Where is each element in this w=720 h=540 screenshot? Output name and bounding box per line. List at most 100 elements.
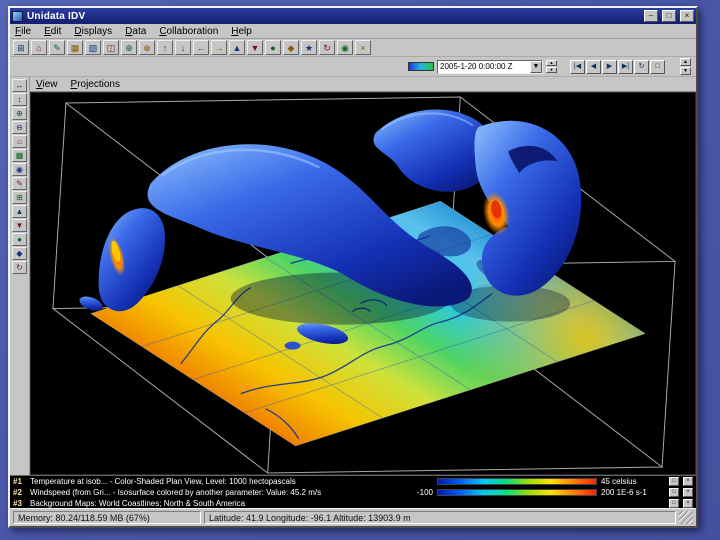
legend-float-button[interactable]: □: [669, 499, 679, 508]
toolbar-icon[interactable]: ⊞: [13, 40, 29, 55]
toolbar-icon[interactable]: ▼: [247, 40, 263, 55]
menu-item[interactable]: Data: [125, 26, 146, 37]
title-bar[interactable]: Unidata IDV – □ ×: [10, 8, 696, 24]
toolbar-icon[interactable]: →: [211, 40, 227, 55]
view-menu-item[interactable]: View: [36, 79, 58, 90]
toolbar-icon[interactable]: ◆: [283, 40, 299, 55]
animation-button[interactable]: ◀: [586, 59, 601, 74]
legend-float-button[interactable]: □: [669, 488, 679, 497]
mini-colorbar: [408, 62, 434, 71]
toolbar-icon[interactable]: ↻: [319, 40, 335, 55]
legend-row-maps[interactable]: #3 Background Maps: World Coastlines; No…: [10, 498, 696, 508]
legend-remove-button[interactable]: ×: [683, 477, 693, 486]
view-tool-icon[interactable]: ▲: [12, 205, 27, 218]
toolbar-icon[interactable]: ✎: [49, 40, 65, 55]
animation-controls: |◀ ◀ ▶ ▶| ↻ □: [570, 59, 665, 74]
time-select-combobox[interactable]: 2005-1-20 0:00:00 Z ▼: [437, 59, 543, 74]
legend-row-windspeed[interactable]: #2 Windspeed (from Gri... - Isosurface c…: [10, 487, 696, 498]
desktop: Unidata IDV – □ × File Edit Displays Data Co…: [0, 0, 720, 540]
view-tool-icon[interactable]: ⌂: [12, 135, 27, 148]
window-title: Unidata IDV: [27, 10, 86, 22]
toolbar-icon[interactable]: ↓: [175, 40, 191, 55]
view-tool-icon[interactable]: ✎: [12, 177, 27, 190]
toolbar-icon[interactable]: ×: [355, 40, 371, 55]
main-toolbar: ⊞ ⌂ ✎ ▦ ▧ ◫ ⊕ ⊗ ↑ ↓ ← → ▲ ▼ ● ◆ ★ ↻ ◉ ×: [10, 39, 696, 57]
chevron-down-icon[interactable]: ▼: [530, 60, 542, 73]
time-spinner: ▲ ▼: [546, 60, 557, 73]
view-tool-icon[interactable]: ⊞: [12, 191, 27, 204]
legend-colorbar[interactable]: [437, 489, 597, 496]
spinner-up-button[interactable]: ▲: [546, 60, 557, 66]
toolbar-icon[interactable]: ⌂: [31, 40, 47, 55]
toolbar-icon[interactable]: ▧: [85, 40, 101, 55]
close-button[interactable]: ×: [680, 10, 694, 22]
legend-min-value: -100: [416, 488, 433, 497]
view-tool-icon[interactable]: ↕: [12, 93, 27, 106]
legend-max-value: 45 celsius: [601, 477, 637, 486]
menu-item[interactable]: Collaboration: [159, 26, 218, 37]
view-panel: View Projections: [30, 77, 696, 475]
legend-row-label: Temperature at isob... - Color-Shaded Pl…: [30, 477, 296, 486]
corner-down-button[interactable]: ▼: [680, 67, 691, 75]
corner-up-button[interactable]: ▲: [680, 58, 691, 66]
view-menu-item[interactable]: Projections: [71, 79, 120, 90]
legend-remove-button[interactable]: ×: [683, 488, 693, 497]
status-bar: Memory: 80.24/118.59 MB (67%) Latitude: …: [10, 508, 696, 526]
legend-max-value: 200 1E-6 s-1: [601, 488, 647, 497]
legend-remove-button[interactable]: ×: [683, 499, 693, 508]
main-area: ↔ ↕ ⊕ ⊖ ⌂ ▦ ◉ ✎ ⊞ ▲ ▼ ● ◆ ↻ View Projections: [10, 77, 696, 475]
animation-button[interactable]: ▶: [602, 59, 617, 74]
legend-row-temperature[interactable]: #1 Temperature at isob... - Color-Shaded…: [10, 476, 696, 487]
toolbar-icon[interactable]: ◫: [103, 40, 119, 55]
legend-panel: #1 Temperature at isob... - Color-Shaded…: [10, 475, 696, 508]
toolbar-icon[interactable]: ●: [265, 40, 281, 55]
menu-item[interactable]: File: [15, 26, 31, 37]
legend-row-id: #3: [13, 499, 22, 508]
view-tool-icon[interactable]: ◆: [12, 247, 27, 260]
app-icon: [12, 10, 23, 22]
toolbar-icon[interactable]: ▲: [229, 40, 245, 55]
view-tool-icon[interactable]: ⊕: [12, 107, 27, 120]
legend-row-id: #2: [13, 488, 22, 497]
memory-indicator: Memory: 80.24/118.59 MB (67%): [13, 511, 201, 524]
menu-bar: File Edit Displays Data Collaboration Help: [10, 24, 696, 39]
menu-item[interactable]: Help: [231, 26, 252, 37]
toolbar-icon[interactable]: ★: [301, 40, 317, 55]
spinner-down-button[interactable]: ▼: [546, 67, 557, 73]
view-tool-icon[interactable]: ●: [12, 233, 27, 246]
animation-button[interactable]: ↻: [634, 59, 649, 74]
map-3d-view[interactable]: [30, 92, 696, 475]
animation-button[interactable]: |◀: [570, 59, 585, 74]
menu-item[interactable]: Displays: [74, 26, 112, 37]
idv-window: Unidata IDV – □ × File Edit Displays Data Co…: [8, 6, 698, 528]
legend-float-button[interactable]: □: [669, 477, 679, 486]
toolbar-icon[interactable]: ↑: [157, 40, 173, 55]
toolbar-icon[interactable]: ⊕: [121, 40, 137, 55]
legend-row-label: Background Maps: World Coastlines; North…: [30, 499, 246, 508]
resize-grip[interactable]: [679, 511, 693, 524]
legend-row-label: Windspeed (from Gri... - Isosurface colo…: [30, 488, 322, 497]
toolbar-icon[interactable]: ▦: [67, 40, 83, 55]
view-menu-bar: View Projections: [30, 77, 696, 92]
view-tool-icon[interactable]: ▼: [12, 219, 27, 232]
view-tool-icon[interactable]: ↻: [12, 261, 27, 274]
view-toolbar: ↔ ↕ ⊕ ⊖ ⌂ ▦ ◉ ✎ ⊞ ▲ ▼ ● ◆ ↻: [10, 77, 30, 475]
view-tool-icon[interactable]: ▦: [12, 149, 27, 162]
3d-scene: [31, 93, 695, 474]
legend-colorbar[interactable]: [437, 478, 597, 485]
cursor-position-readout: Latitude: 41.9 Longitude: -96.1 Altitude…: [204, 511, 676, 524]
view-tool-icon[interactable]: ⊖: [12, 121, 27, 134]
toolbar-icon[interactable]: ⊗: [139, 40, 155, 55]
legend-row-id: #1: [13, 477, 22, 486]
view-tool-icon[interactable]: ↔: [12, 79, 27, 92]
toolbar-icon[interactable]: ←: [193, 40, 209, 55]
animation-button[interactable]: ▶|: [618, 59, 633, 74]
toolbar-icon[interactable]: ◉: [337, 40, 353, 55]
menu-item[interactable]: Edit: [44, 26, 61, 37]
minimize-button[interactable]: –: [644, 10, 658, 22]
time-value: 2005-1-20 0:00:00 Z: [440, 62, 513, 71]
view-tool-icon[interactable]: ◉: [12, 163, 27, 176]
maximize-button[interactable]: □: [662, 10, 676, 22]
animation-button[interactable]: □: [650, 59, 665, 74]
corner-buttons: ▲ ▼: [680, 58, 691, 75]
